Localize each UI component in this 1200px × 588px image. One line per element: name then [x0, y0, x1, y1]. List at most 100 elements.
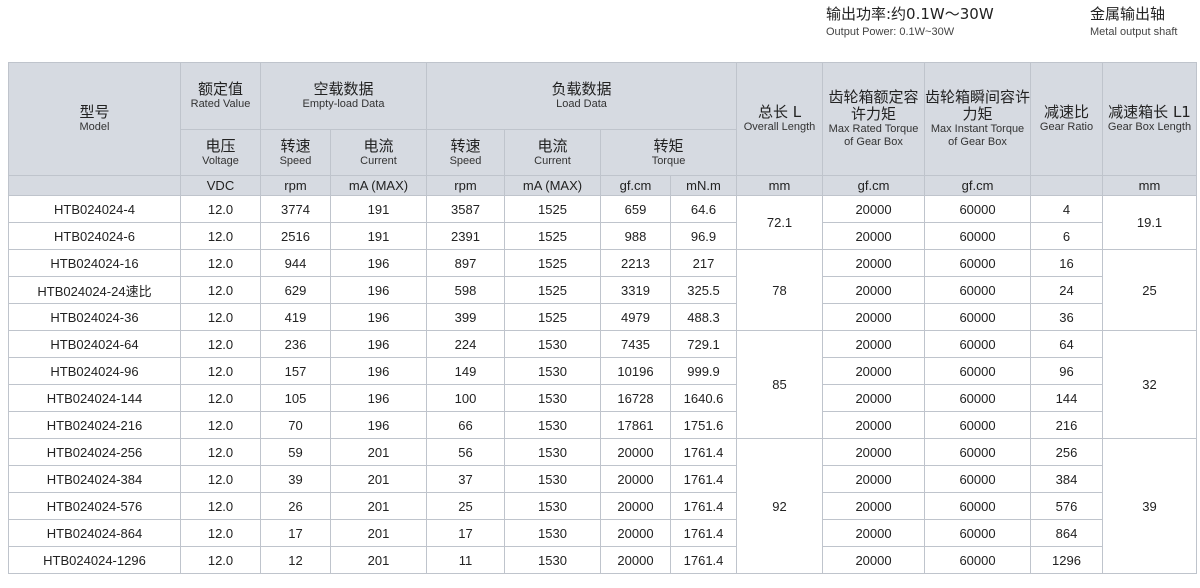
rated-header-en: Rated Value [190, 98, 251, 110]
cell-load-speed: 3587 [426, 195, 505, 223]
cell-torque-mnm: 729.1 [669, 330, 738, 358]
cell-empty-current: 201 [330, 438, 427, 466]
unit-empty-speed: rpm [260, 175, 331, 196]
cell-voltage: 12.0 [180, 465, 261, 493]
cell-load-speed: 17 [426, 519, 505, 547]
cell-torque-gfcm: 3319 [600, 276, 671, 304]
cell-ratio: 384 [1030, 465, 1104, 493]
cell-instant-torque: 60000 [924, 303, 1032, 331]
ratio-header-cn: 减速比 [1044, 103, 1090, 121]
cell-empty-current: 196 [330, 384, 427, 412]
cell-torque-gfcm: 17861 [600, 411, 671, 439]
cell-model: HTB024024-216 [8, 411, 181, 439]
cell-gb-length: 39 [1102, 438, 1198, 574]
table-row: HTB024024-576 12.0 26 201 25 1530 20000 1761.4 2… [8, 492, 1197, 520]
cell-empty-current: 201 [330, 465, 427, 493]
torque-header: 转矩 Torque [599, 129, 738, 176]
cell-model: HTB024024-64 [8, 330, 181, 358]
cell-rated-torque: 20000 [822, 357, 926, 385]
cell-instant-torque: 60000 [924, 357, 1032, 385]
feature-header: 输出功率:约0.1W～30W Output Power: 0.1W~30W 金属… [0, 6, 1200, 56]
table-row: HTB024024-216 12.0 70 196 66 1530 17861 1751.6 2… [8, 411, 1197, 439]
table-row: HTB024024-96 12.0 157 196 149 1530 10196 999.9 2… [8, 357, 1197, 385]
cell-ratio: 16 [1030, 249, 1104, 277]
gb-length-header: 减速箱长 L1 Gear Box Length [1102, 62, 1198, 176]
cell-voltage: 12.0 [180, 330, 261, 358]
cell-torque-mnm: 1761.4 [669, 546, 738, 574]
cell-voltage: 12.0 [180, 492, 261, 520]
spec-table: 型号 Model 额定值 Rated Value 空载数据 Empty-load… [8, 62, 1198, 574]
cell-empty-current: 201 [330, 519, 427, 547]
cell-empty-current: 201 [330, 492, 427, 520]
cell-empty-current: 196 [330, 303, 427, 331]
rated-header-cn: 额定值 [197, 80, 243, 98]
cell-ratio: 1296 [1030, 546, 1104, 574]
load-header-cn: 负载数据 [551, 80, 612, 98]
cell-ratio: 24 [1030, 276, 1104, 304]
cell-empty-speed: 2516 [260, 222, 331, 250]
unit-gb-length: mm [1102, 175, 1198, 196]
table-row: HTB024024-384 12.0 39 201 37 1530 20000 1761.4 2… [8, 465, 1197, 493]
ratio-header: 减速比 Gear Ratio [1030, 62, 1104, 176]
load-speed-header-cn: 转速 [450, 136, 481, 155]
output-power-en: Output Power: 0.1W~30W [826, 26, 955, 38]
unit-row: VDC rpm mA (MAX) rpm mA (MAX) gf.cm mN.m mm gf.c… [8, 175, 1198, 196]
cell-voltage: 12.0 [180, 222, 261, 250]
cell-load-speed: 399 [426, 303, 505, 331]
cell-load-current: 1525 [504, 222, 601, 250]
unit-empty-current: mA (MAX) [330, 175, 427, 196]
cell-torque-mnm: 488.3 [669, 303, 738, 331]
cell-torque-gfcm: 20000 [600, 546, 671, 574]
cell-instant-torque: 60000 [924, 330, 1032, 358]
cell-load-current: 1530 [504, 384, 601, 412]
cell-empty-speed: 105 [260, 384, 331, 412]
cell-empty-current: 196 [330, 411, 427, 439]
cell-torque-mnm: 1761.4 [669, 438, 738, 466]
cell-load-current: 1530 [504, 438, 601, 466]
cell-ratio: 6 [1030, 222, 1104, 250]
cell-load-current: 1530 [504, 519, 601, 547]
cell-torque-gfcm: 2213 [600, 249, 671, 277]
cell-model: HTB024024-576 [8, 492, 181, 520]
load-current-header-en: Current [534, 154, 571, 167]
metal-shaft-en: Metal output shaft [1090, 26, 1178, 38]
cell-instant-torque: 60000 [924, 276, 1032, 304]
cell-instant-torque: 60000 [924, 546, 1032, 574]
cell-empty-current: 196 [330, 330, 427, 358]
instant-torque-header-en: Max Instant Torque of Gear Box [930, 123, 1025, 148]
cell-gb-length: 32 [1102, 330, 1198, 439]
cell-empty-speed: 157 [260, 357, 331, 385]
unit-ratio [1030, 175, 1104, 196]
unit-torque-gfcm: gf.cm [600, 175, 671, 196]
cell-torque-gfcm: 20000 [600, 519, 671, 547]
load-header: 负载数据 Load Data [425, 62, 738, 130]
cell-empty-speed: 39 [260, 465, 331, 493]
cell-torque-gfcm: 659 [600, 195, 671, 223]
cell-empty-current: 201 [330, 546, 427, 574]
metal-shaft-cn: 金属输出轴 [1090, 5, 1166, 23]
model-header-cn: 型号 [79, 103, 110, 121]
voltage-header-en: Voltage [202, 154, 239, 167]
cell-ratio: 256 [1030, 438, 1104, 466]
cell-instant-torque: 60000 [924, 249, 1032, 277]
table-row: HTB024024-256 12.0 59 201 56 1530 20000 1761.4 9… [8, 438, 1198, 574]
cell-load-speed: 66 [426, 411, 505, 439]
cell-torque-gfcm: 20000 [600, 438, 671, 466]
cell-voltage: 12.0 [180, 276, 261, 304]
cell-gb-length: 19.1 [1102, 195, 1198, 250]
cell-load-current: 1530 [504, 357, 601, 385]
cell-rated-torque: 20000 [822, 195, 926, 223]
cell-load-speed: 598 [426, 276, 505, 304]
cell-voltage: 12.0 [180, 411, 261, 439]
cell-torque-gfcm: 10196 [600, 357, 671, 385]
cell-empty-speed: 26 [260, 492, 331, 520]
instant-torque-header: 齿轮箱瞬间容许力矩 Max Instant Torque of Gear Box [924, 62, 1032, 176]
cell-model: HTB024024-384 [8, 465, 181, 493]
unit-load-current: mA (MAX) [504, 175, 601, 196]
cell-instant-torque: 60000 [924, 195, 1032, 223]
cell-instant-torque: 60000 [924, 438, 1032, 466]
cell-load-current: 1530 [504, 411, 601, 439]
cell-voltage: 12.0 [180, 249, 261, 277]
cell-load-speed: 224 [426, 330, 505, 358]
cell-empty-current: 191 [330, 195, 427, 223]
